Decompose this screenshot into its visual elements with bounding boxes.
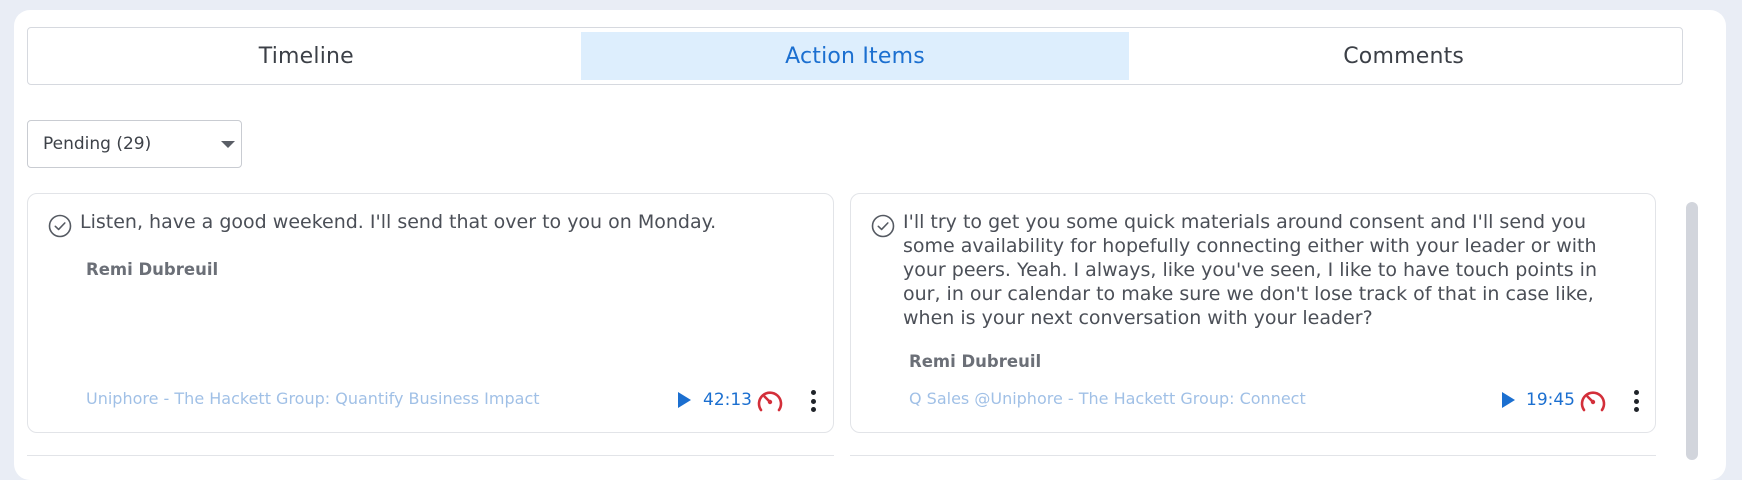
gauge-icon[interactable] [1578,386,1608,416]
timestamp-link[interactable]: 42:13 [703,390,752,410]
check-circle-icon[interactable] [871,214,895,238]
tab-timeline[interactable]: Timeline [32,32,581,80]
action-item-text: I'll try to get you some quick materials… [903,211,1598,329]
status-filter-value: Pending (29) [43,134,152,154]
action-item-card: Listen, have a good weekend. I'll send t… [27,193,834,433]
next-card-edge [850,455,1656,466]
caret-down-icon [221,141,235,148]
status-filter-select[interactable]: Pending (29) [27,120,242,168]
scrollbar-thumb[interactable] [1686,202,1698,460]
gauge-icon[interactable] [755,386,785,416]
tab-comments[interactable]: Comments [1129,32,1678,80]
action-item-card: I'll try to get you some quick materials… [850,193,1656,433]
more-vertical-icon[interactable] [1633,390,1639,412]
check-circle-icon[interactable] [48,214,72,238]
tab-action-items[interactable]: Action Items [580,32,1130,80]
next-card-edge [27,455,834,466]
meeting-link[interactable]: Q Sales @Uniphore - The Hackett Group: C… [909,389,1306,408]
action-item-text: Listen, have a good weekend. I'll send t… [80,211,717,233]
timestamp-link[interactable]: 19:45 [1526,390,1575,410]
more-vertical-icon[interactable] [810,390,816,412]
tab-bar: Timeline Action Items Comments [27,27,1683,85]
action-item-owner: Remi Dubreuil [909,352,1042,371]
play-icon[interactable] [678,392,691,408]
play-icon[interactable] [1502,392,1515,408]
action-item-owner: Remi Dubreuil [86,260,219,279]
meeting-link[interactable]: Uniphore - The Hackett Group: Quantify B… [86,389,540,408]
